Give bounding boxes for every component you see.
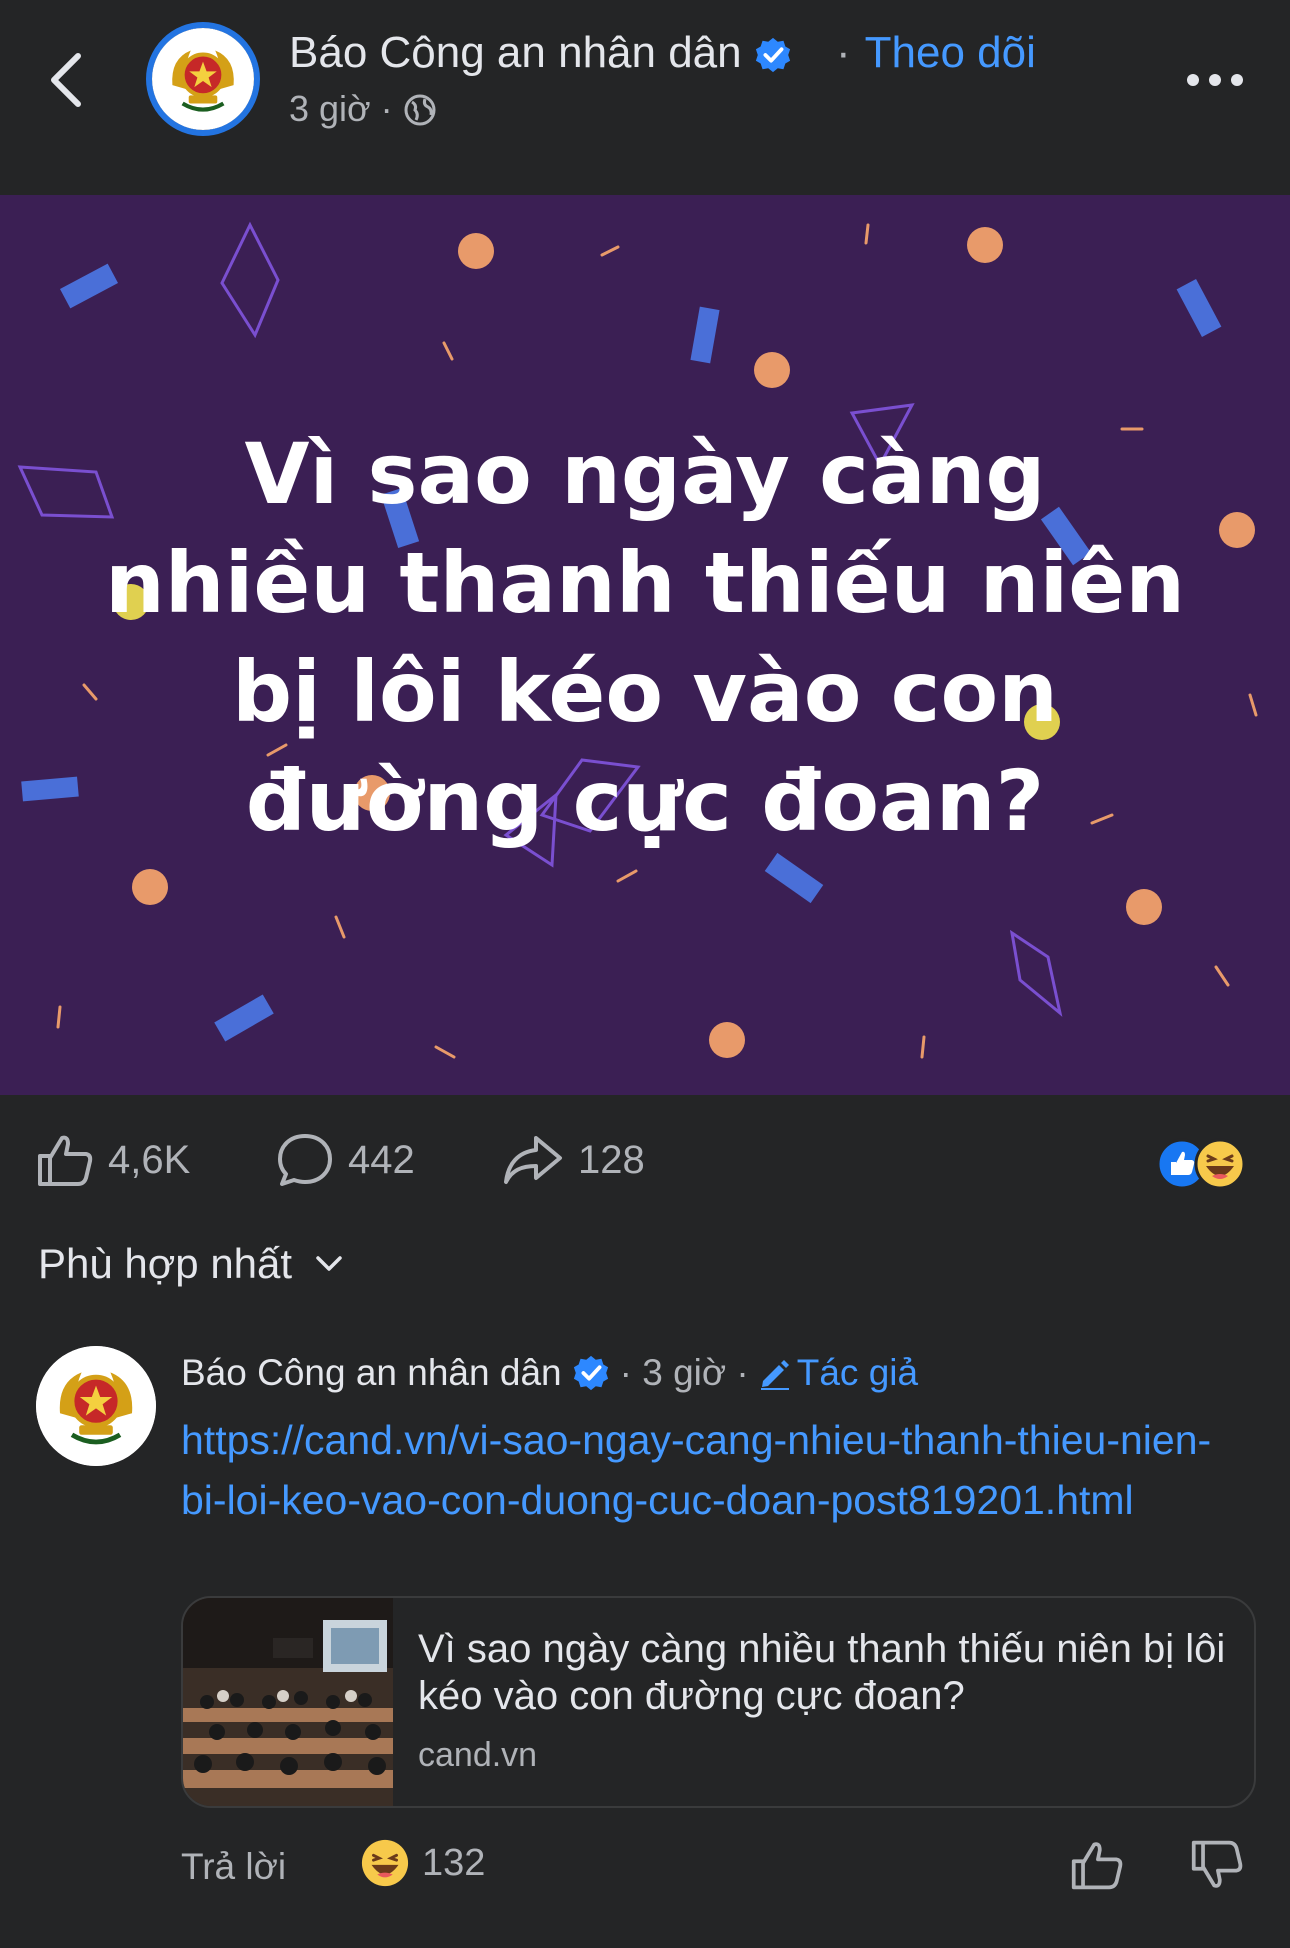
post-time[interactable]: 3 giờ	[289, 88, 371, 129]
link-preview-domain: cand.vn	[418, 1736, 538, 1774]
share-button[interactable]: 128	[502, 1132, 645, 1188]
thumbs-up-icon	[38, 1135, 93, 1186]
author-badge: Tác giả	[757, 1352, 918, 1394]
comment-reaction-count: 132	[422, 1841, 486, 1884]
thumbs-down-icon	[1191, 1840, 1243, 1888]
haha-reaction-icon	[1194, 1138, 1246, 1190]
comment-avatar[interactable]	[36, 1346, 156, 1466]
post-headline: Vì sao ngày càng nhiều thanh thiếu niên …	[104, 425, 1186, 850]
follow-button[interactable]: · Theo dõi	[836, 28, 1036, 78]
verified-badge-icon	[755, 38, 790, 73]
police-emblem-logo	[36, 1346, 156, 1466]
share-count: 128	[578, 1137, 645, 1182]
comment-count: 442	[348, 1137, 415, 1182]
like-count: 4,6K	[108, 1137, 191, 1182]
more-dots-icon	[1187, 74, 1243, 86]
post-meta: 3 giờ ·	[289, 88, 437, 130]
comment-author-name[interactable]: Báo Công an nhân dân	[181, 1352, 562, 1394]
post-image-banner[interactable]: Vì sao ngày càng nhiều thanh thiếu niên …	[0, 195, 1290, 1095]
comment-bubble-icon	[278, 1134, 332, 1186]
comment-meta: · 3 giờ ·	[619, 1352, 749, 1393]
comment-link[interactable]: https://cand.vn/vi-sao-ngay-cang-nhieu-t…	[181, 1410, 1231, 1530]
globe-icon	[404, 94, 436, 126]
comment-header: Báo Công an nhân dân · 3 giờ · Tác giả	[181, 1352, 918, 1394]
post-stats-bar: 4,6K 442 128	[0, 1110, 1290, 1210]
police-emblem-logo	[152, 28, 254, 130]
like-button[interactable]: 4,6K	[36, 1132, 190, 1188]
back-button[interactable]	[40, 40, 100, 120]
reply-button[interactable]: Trả lời	[181, 1846, 286, 1888]
thumbs-up-icon	[1071, 1842, 1123, 1890]
page-name[interactable]: Báo Công an nhân dân	[289, 28, 792, 78]
comment-dislike-button[interactable]	[1190, 1838, 1244, 1892]
page-avatar[interactable]	[146, 22, 260, 136]
more-options-button[interactable]	[1180, 55, 1250, 105]
verified-badge-icon	[573, 1355, 608, 1391]
haha-emoji-icon	[361, 1839, 409, 1887]
share-arrow-icon	[504, 1136, 562, 1184]
pencil-icon	[760, 1360, 789, 1390]
post-header: Báo Công an nhân dân · Theo dõi 3 giờ ·	[0, 0, 1290, 195]
reaction-summary[interactable]	[1156, 1138, 1256, 1190]
comment-button[interactable]: 442	[276, 1132, 415, 1188]
comment-like-button[interactable]	[1070, 1838, 1124, 1892]
link-preview-thumbnail	[183, 1598, 393, 1806]
link-preview-title: Vì sao ngày càng nhiều thanh thiếu niên …	[418, 1627, 1226, 1718]
chevron-left-icon	[51, 53, 81, 107]
comment-sort-dropdown[interactable]: Phù hợp nhất	[38, 1240, 344, 1288]
chevron-down-icon	[316, 1256, 342, 1271]
comment-reaction[interactable]: 132	[360, 1838, 485, 1888]
link-preview-card[interactable]: Vì sao ngày càng nhiều thanh thiếu niên …	[181, 1596, 1256, 1808]
